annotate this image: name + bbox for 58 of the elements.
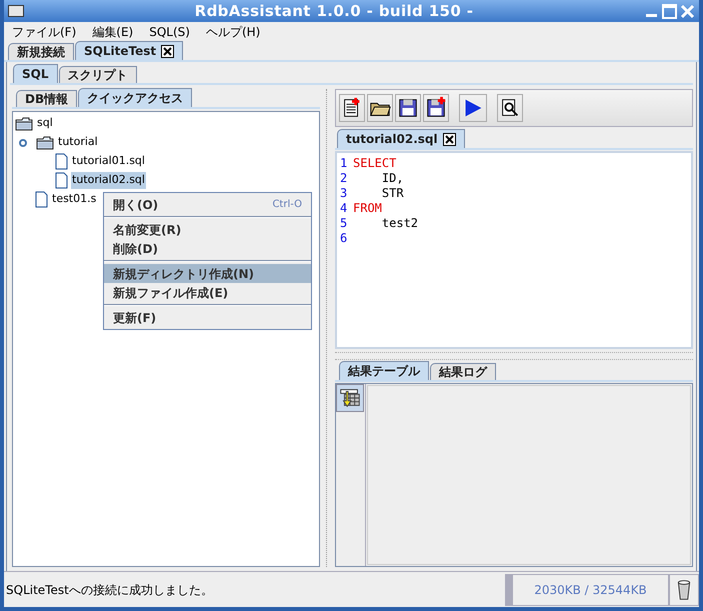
tree-item[interactable]: tutorial02.sql [71,172,146,189]
search-icon[interactable] [497,94,523,122]
tab[interactable]: 結果ログ [430,363,496,380]
menu-item[interactable]: 名前変更(R) [104,220,311,239]
line-number: 1 [340,156,348,171]
tree-item[interactable]: test01.s [51,191,98,208]
menu-item[interactable]: ファイル(F) [12,23,76,41]
menu-item[interactable]: 新規ファイル作成(E) [104,283,311,302]
menu-item[interactable]: SQL(S) [149,23,190,41]
file-icon [55,172,68,189]
maximize-button[interactable] [662,4,677,18]
file-icon [35,191,48,208]
menu-item[interactable]: 編集(E) [92,23,134,41]
tab[interactable]: SQL [13,64,58,83]
save-icon[interactable] [395,94,421,122]
folder-icon [36,136,54,150]
line-number: 4 [340,201,348,216]
folder-icon [15,116,33,130]
window-title: RdbAssistant 1.0.0 - build 150 - [194,0,474,22]
menu-item[interactable]: 更新(F) [104,308,311,327]
expand-handle[interactable] [19,138,27,146]
tab[interactable]: スクリプト [58,66,136,83]
tree-item[interactable]: tutorial01.sql [71,153,146,170]
code-line: FROM [353,201,382,216]
tab[interactable]: tutorial02.sql [337,129,465,148]
status-message: SQLiteTestへの接続に成功しました。 [5,582,214,598]
shortcut-label: Ctrl-O [272,198,302,212]
code-line: test2 [380,216,418,231]
window-menu-icon[interactable] [8,5,24,17]
menu-item[interactable]: ヘルプ(H) [206,23,260,41]
file-icon [55,153,68,170]
tree-item[interactable]: tutorial [57,134,99,151]
code-line: ID, [380,171,404,186]
close-icon[interactable] [442,132,456,146]
tab[interactable]: 結果テーブル [339,361,429,380]
save-as-icon[interactable] [423,94,449,122]
tree-item[interactable]: sql [36,115,54,132]
line-number: 6 [340,231,348,246]
memory-usage: 2030KB / 32544KB [505,574,669,606]
sql-editor[interactable]: 1 SELECT 2 ID, 3 STR 4 FROM 5 test2 6 [335,151,693,349]
tab[interactable]: SQLiteTest [75,41,184,60]
run-icon[interactable] [459,94,487,122]
new-file-icon[interactable] [339,94,365,122]
table-export-icon[interactable] [336,384,364,412]
close-icon[interactable] [161,44,174,58]
line-number: 3 [340,186,348,201]
line-number: 5 [340,216,348,231]
folder-icon[interactable] [367,94,393,122]
trash-icon[interactable] [669,574,699,606]
menu-item[interactable]: 削除(D) [104,239,311,258]
tab[interactable]: DB情報 [16,90,78,107]
menu-item[interactable]: 新規ディレクトリ作成(N) [104,264,311,283]
code-line: SELECT [353,156,396,171]
code-line: STR [380,186,404,201]
tab[interactable]: クイックアクセス [78,88,192,107]
tab[interactable]: 新規接続 [8,43,74,60]
menu-item[interactable]: 開く(O) Ctrl-O [104,195,311,214]
line-number: 2 [340,171,348,186]
